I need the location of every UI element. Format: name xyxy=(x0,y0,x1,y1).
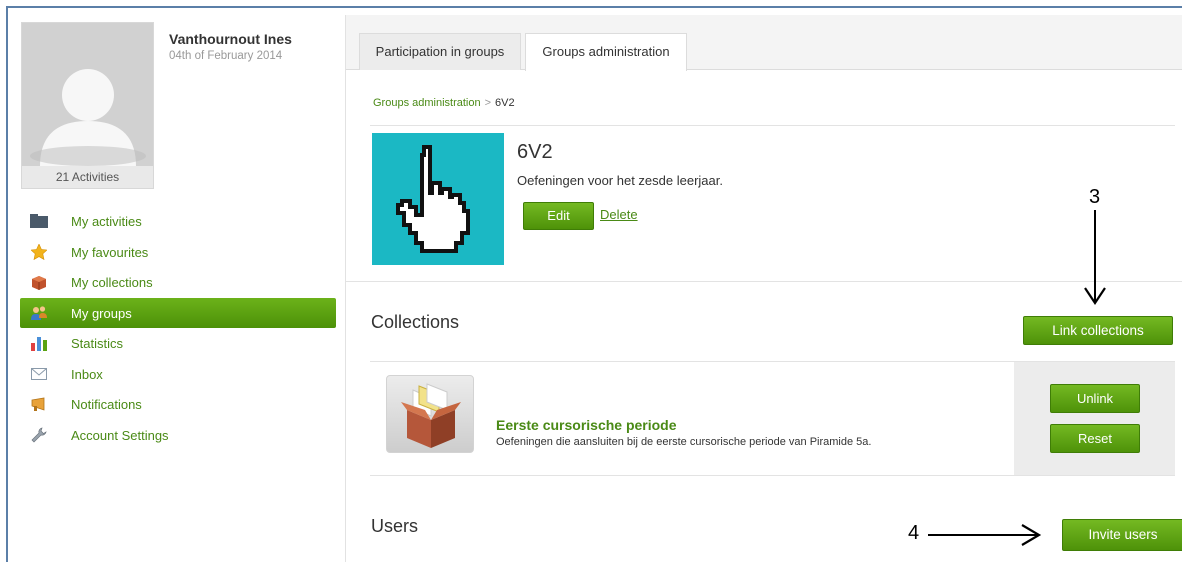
group-title: 6V2 xyxy=(517,141,553,163)
user-date: 04th of February 2014 xyxy=(169,50,283,62)
annotation-number: 4 xyxy=(908,522,920,544)
sidebar-item-label: My favourites xyxy=(71,244,149,260)
hand-pointer-icon xyxy=(372,133,504,265)
tab-groups-administration[interactable]: Groups administration xyxy=(525,33,687,71)
envelope-icon xyxy=(30,366,48,382)
sidebar-item-my-groups[interactable]: My groups xyxy=(20,298,336,329)
sidebar-item-label: My collections xyxy=(71,275,153,291)
avatar[interactable]: 21 Activities xyxy=(21,22,154,189)
list-item: Eerste cursorische periode Oefeningen di… xyxy=(370,361,1175,476)
reset-button[interactable]: Reset xyxy=(1050,424,1140,453)
group-image xyxy=(372,133,504,265)
folder-icon xyxy=(30,213,48,229)
main-content: Participation in groups Groups administr… xyxy=(346,15,1182,562)
sidebar-item-my-activities[interactable]: My activities xyxy=(20,206,336,237)
box-icon xyxy=(30,275,48,291)
sidebar-item-label: Notifications xyxy=(71,397,142,413)
collections-heading: Collections xyxy=(371,312,460,332)
sidebar-item-notifications[interactable]: Notifications xyxy=(20,389,336,420)
sidebar-item-statistics[interactable]: Statistics xyxy=(20,328,336,359)
group-description: Oefeningen voor het zesde leerjaar. xyxy=(517,173,723,188)
users-icon xyxy=(30,305,48,321)
breadcrumb-separator: > xyxy=(484,97,492,109)
collection-title-link[interactable]: Eerste cursorische periode xyxy=(496,417,677,433)
user-name: Vanthournout Ines xyxy=(169,31,292,47)
divider xyxy=(346,281,1182,282)
window-frame-top xyxy=(6,6,1182,8)
edit-button[interactable]: Edit xyxy=(523,202,594,230)
avatar-placeholder-icon xyxy=(22,23,153,166)
unlink-button[interactable]: Unlink xyxy=(1050,384,1140,413)
sidebar-item-label: Statistics xyxy=(71,335,124,351)
annotation-number: 3 xyxy=(1089,186,1101,208)
activities-count: 21 Activities xyxy=(22,166,153,188)
users-heading: Users xyxy=(371,516,419,536)
breadcrumb: Groups administration >6V2 xyxy=(373,97,515,109)
sidebar-item-account-settings[interactable]: Account Settings xyxy=(20,420,336,451)
sidebar-item-label: Inbox xyxy=(71,366,103,382)
link-collections-button[interactable]: Link collections xyxy=(1023,316,1173,345)
sidebar-item-my-favourites[interactable]: My favourites xyxy=(20,237,336,268)
window-frame-left xyxy=(6,6,8,562)
sidebar-item-label: Account Settings xyxy=(71,427,169,443)
annotation-arrow-down-icon xyxy=(1084,210,1106,305)
annotation-arrow-right-icon xyxy=(928,524,1042,546)
wrench-icon xyxy=(30,427,48,443)
collection-actions: Unlink Reset xyxy=(1014,362,1175,475)
sidebar-item-inbox[interactable]: Inbox xyxy=(20,359,336,390)
breadcrumb-current: 6V2 xyxy=(495,97,515,109)
star-icon xyxy=(30,244,48,261)
tab-bar: Participation in groups Groups administr… xyxy=(346,15,1182,71)
sidebar-nav: My activities My favourites My collectio… xyxy=(20,206,336,451)
bar-chart-icon xyxy=(30,335,48,352)
collection-description: Oefeningen die aansluiten bij de eerste … xyxy=(496,436,872,448)
breadcrumb-root-link[interactable]: Groups administration xyxy=(373,97,481,109)
tab-participation-in-groups[interactable]: Participation in groups xyxy=(359,33,521,70)
sidebar-item-label: My activities xyxy=(71,213,142,229)
sidebar: 21 Activities Vanthournout Ines 04th of … xyxy=(10,10,346,562)
delete-link[interactable]: Delete xyxy=(600,207,638,222)
open-box-icon xyxy=(386,375,474,453)
divider xyxy=(370,125,1175,126)
megaphone-icon xyxy=(30,397,48,413)
sidebar-item-label: My groups xyxy=(71,305,132,321)
sidebar-item-my-collections[interactable]: My collections xyxy=(20,267,336,298)
invite-users-button[interactable]: Invite users xyxy=(1062,519,1182,551)
